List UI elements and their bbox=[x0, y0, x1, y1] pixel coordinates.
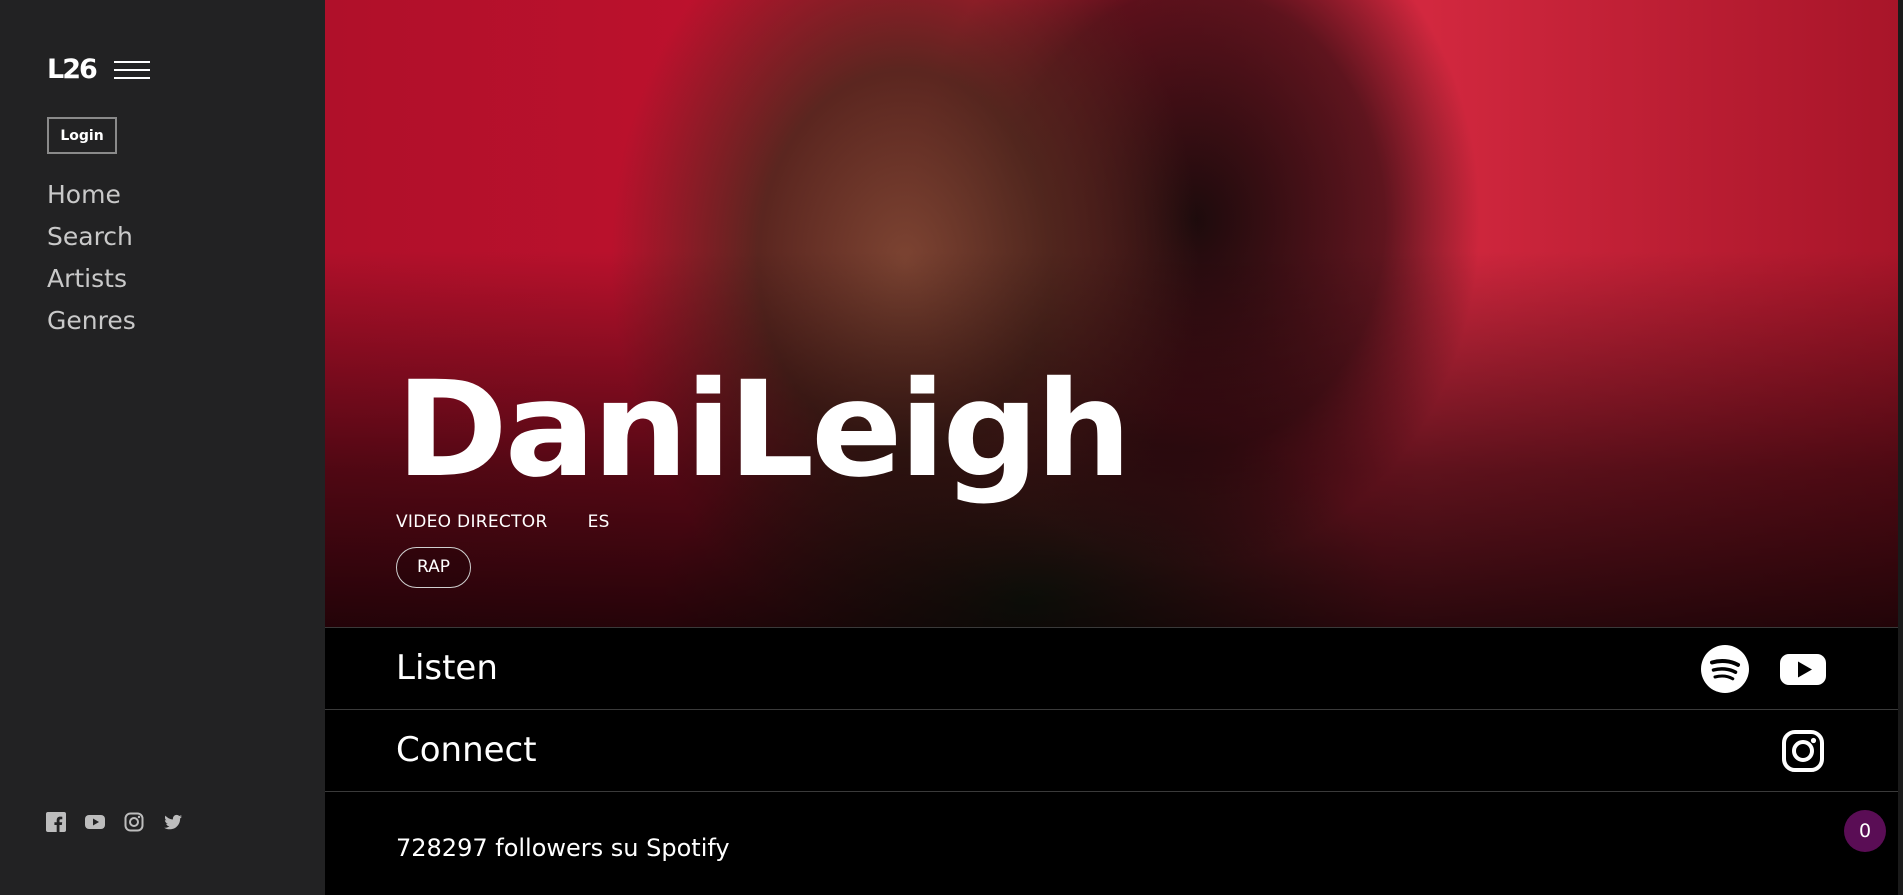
artist-hero: DaniLeigh VIDEO DIRECTOR ES RAP bbox=[325, 0, 1898, 627]
notification-badge[interactable]: 0 bbox=[1844, 810, 1886, 852]
hero-title-wrap: DaniLeigh bbox=[396, 355, 1132, 505]
genre-tag[interactable]: RAP bbox=[396, 547, 472, 588]
logo-row: L26 bbox=[47, 54, 150, 86]
connect-title: Connect bbox=[396, 730, 537, 770]
artist-role: VIDEO DIRECTOR bbox=[396, 512, 548, 532]
artist-country: ES bbox=[587, 512, 610, 532]
listen-links bbox=[1700, 644, 1828, 694]
main-nav: Home Search Artists Genres bbox=[47, 174, 136, 342]
spotify-icon[interactable] bbox=[1700, 644, 1750, 694]
sidebar: L26 Login Home Search Artists Genres bbox=[0, 0, 325, 895]
artist-meta: VIDEO DIRECTOR ES bbox=[396, 512, 610, 532]
nav-item-genres[interactable]: Genres bbox=[47, 300, 136, 342]
spotify-followers: 728297 followers su Spotify bbox=[396, 834, 730, 862]
login-button[interactable]: Login bbox=[47, 117, 117, 154]
nav-item-artists[interactable]: Artists bbox=[47, 258, 136, 300]
scrollbar[interactable] bbox=[1898, 0, 1903, 895]
listen-row: Listen bbox=[325, 627, 1898, 709]
connect-row: Connect bbox=[325, 709, 1898, 791]
instagram-icon[interactable] bbox=[124, 812, 144, 832]
menu-icon[interactable] bbox=[113, 61, 150, 79]
connect-links bbox=[1778, 726, 1828, 776]
listen-title: Listen bbox=[396, 648, 498, 688]
instagram-icon[interactable] bbox=[1778, 726, 1828, 776]
site-logo[interactable]: L26 bbox=[47, 54, 98, 86]
youtube-icon[interactable] bbox=[85, 812, 105, 832]
social-links bbox=[46, 812, 183, 832]
nav-item-home[interactable]: Home bbox=[47, 174, 136, 216]
youtube-icon[interactable] bbox=[1778, 644, 1828, 694]
section-divider bbox=[325, 791, 1898, 792]
nav-item-search[interactable]: Search bbox=[47, 216, 136, 258]
facebook-icon[interactable] bbox=[46, 812, 66, 832]
twitter-icon[interactable] bbox=[163, 812, 183, 832]
artist-name: DaniLeigh bbox=[396, 353, 1132, 507]
